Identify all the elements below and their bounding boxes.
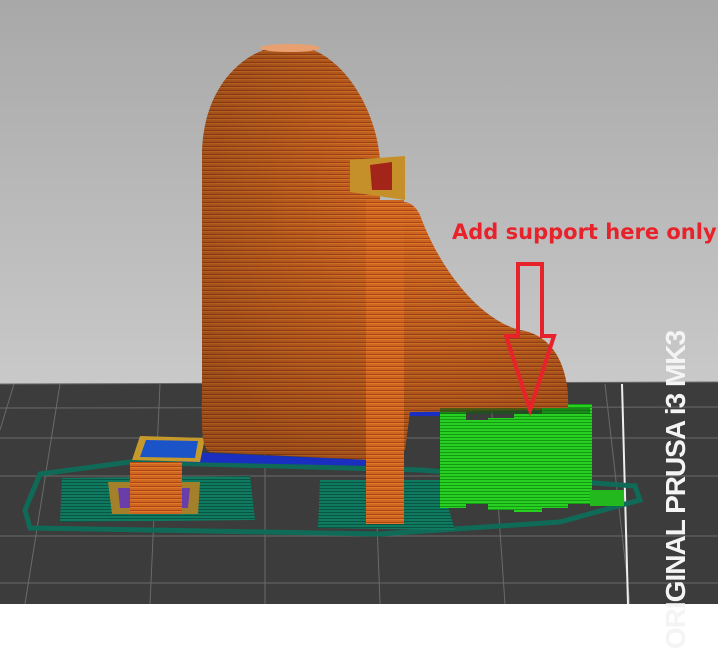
3d-preview-viewport[interactable]: [0, 0, 718, 604]
bed-label: ORIGINAL PRUSA i3 MK3: [660, 330, 691, 649]
annotation-text: Add support here only: [452, 220, 717, 244]
